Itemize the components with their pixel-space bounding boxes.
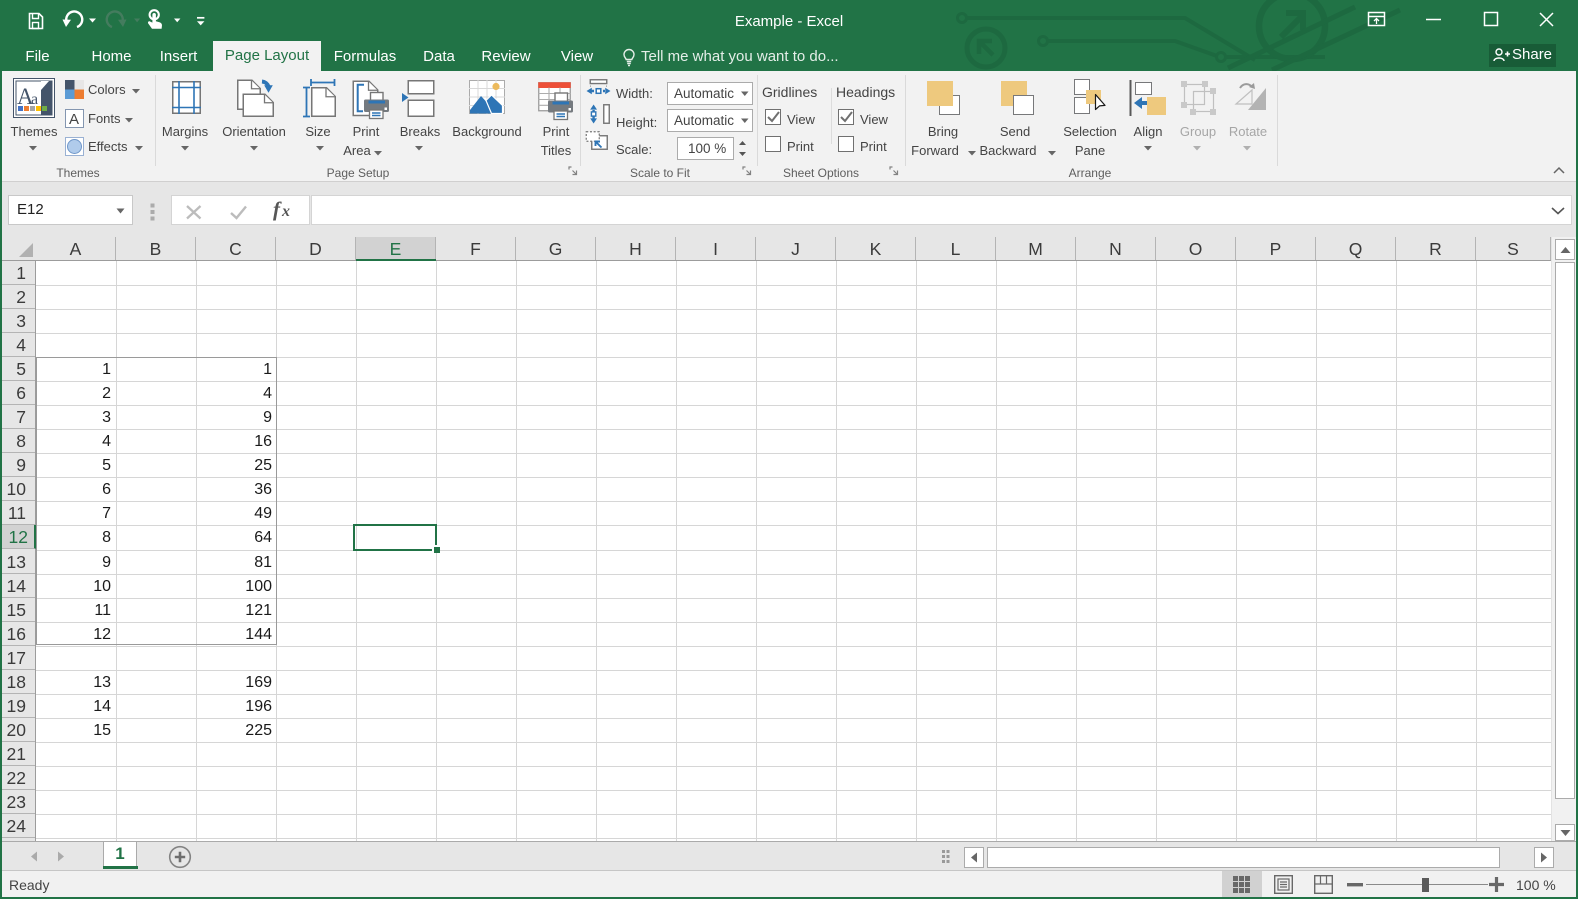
svg-text:A: A <box>69 111 79 128</box>
svg-text:a: a <box>31 91 38 108</box>
